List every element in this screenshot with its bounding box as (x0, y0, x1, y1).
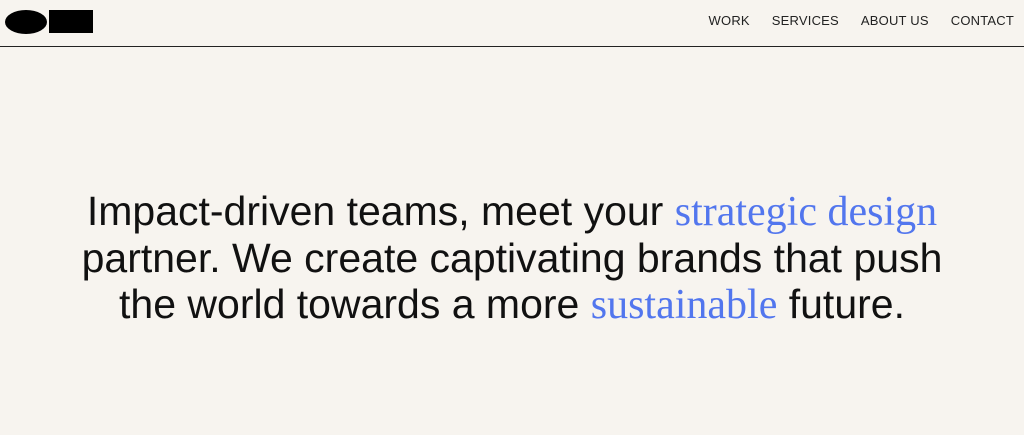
hero-statement: Impact-driven teams, meet your strategic… (0, 188, 1024, 328)
brand-logo[interactable] (5, 10, 93, 34)
hero-line-2: partner. We create captivating brands th… (81, 235, 943, 281)
hero-line-1: Impact-driven teams, meet your strategic… (0, 188, 1024, 235)
hero-accent-sustainable: sustainable (590, 282, 778, 328)
hero-accent-strategic-design: strategic design (674, 189, 938, 235)
main-nav: WORK SERVICES ABOUT US CONTACT (709, 13, 1014, 29)
nav-contact-link[interactable]: CONTACT (951, 13, 1014, 29)
hero-line-3-end: future. (777, 281, 905, 327)
logo-rectangle-shape (49, 10, 93, 33)
nav-work-link[interactable]: WORK (709, 13, 750, 29)
hero-line-3: the world towards a more sustainable fut… (0, 281, 1024, 328)
hero-line-3-text: the world towards a more (119, 281, 591, 327)
logo-oval-shape (5, 10, 47, 34)
nav-about-us-link[interactable]: ABOUT US (861, 13, 929, 29)
nav-services-link[interactable]: SERVICES (772, 13, 839, 29)
site-header: WORK SERVICES ABOUT US CONTACT (0, 0, 1024, 47)
hero-line-1-text: Impact-driven teams, meet your (86, 188, 675, 234)
